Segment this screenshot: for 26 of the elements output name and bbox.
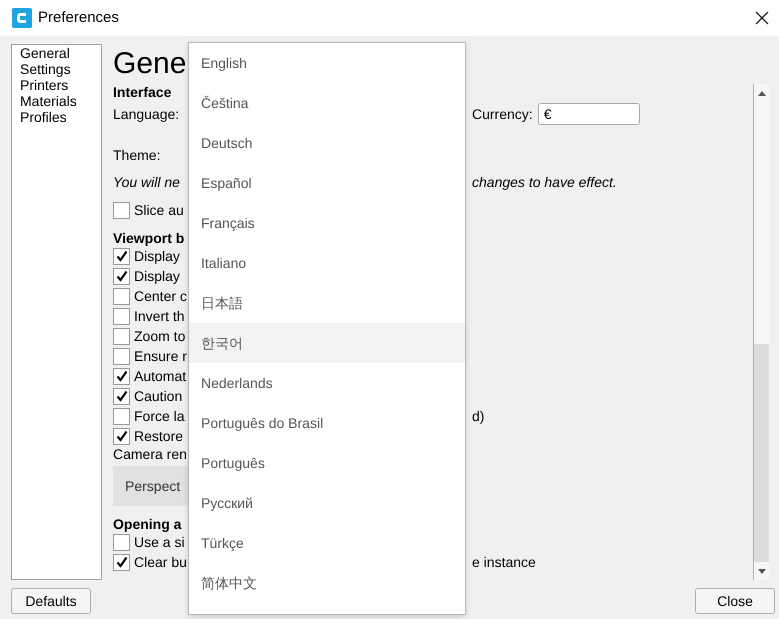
note-text: You will ne [113, 174, 180, 190]
section-heading: Viewport b [113, 230, 184, 246]
checkbox-label: Automat [134, 368, 186, 384]
window-title: Preferences [38, 8, 119, 28]
field-label: Language: [113, 106, 180, 122]
section-heading: Opening a [113, 516, 182, 532]
checkbox-label: Center c [134, 288, 187, 304]
section-heading: Interface [113, 84, 172, 100]
checkbox-label: Slice au [134, 202, 184, 218]
field-label: Currency: [472, 106, 533, 122]
field-label: Camera ren [113, 446, 187, 462]
checkbox-label: Caution [134, 388, 182, 404]
checkbox-label: e instance [472, 554, 536, 570]
checkbox-label: Display [134, 268, 180, 284]
checkbox-label: Force la [134, 408, 185, 424]
page-title: Gene [113, 46, 186, 82]
checkbox-label: Invert th [134, 308, 185, 324]
checkbox-label: Restore [134, 428, 184, 444]
checkbox-label: Clear bu [134, 554, 187, 570]
checkbox-label: Use a si [134, 534, 185, 550]
checkbox-label: Zoom to [134, 328, 186, 344]
checkbox-label: d) [472, 408, 484, 424]
checkbox-label: Display [134, 248, 180, 264]
note-text: changes to have effect. [472, 174, 617, 190]
field-label: Theme: [113, 147, 160, 163]
checkbox-label: Ensure r [134, 348, 187, 364]
